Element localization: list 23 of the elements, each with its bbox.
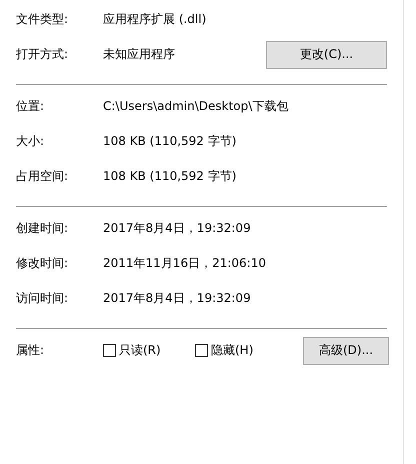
field-label: 修改时间: (16, 255, 70, 272)
field-label: 访问时间: (16, 290, 70, 307)
field-label: 大小: (16, 133, 46, 150)
field-label: 创建时间: (16, 220, 70, 237)
checkbox-label[interactable]: 隐藏(H) (211, 342, 254, 359)
checkbox[interactable] (195, 344, 208, 357)
field-value: C:\Users\admin\Desktop\下载包 (103, 98, 290, 115)
field-label: 打开方式: (16, 46, 70, 63)
checkbox-label[interactable]: 只读(R) (119, 342, 161, 359)
checkbox[interactable] (103, 344, 116, 357)
field-value: 2017年8月4日，19:32:09 (103, 290, 252, 307)
field-value: 108 KB (110,592 字节) (103, 133, 238, 150)
field-label: 位置: (16, 98, 46, 115)
field-label: 属性: (16, 342, 46, 359)
field-label: 文件类型: (16, 11, 70, 28)
field-value: 应用程序扩展 (.dll) (103, 11, 208, 28)
field-value: 未知应用程序 (103, 46, 176, 63)
field-value: 2017年8月4日，19:32:09 (103, 220, 252, 237)
advanced-button[interactable]: 高级(D)... (303, 336, 389, 364)
change-button[interactable]: 更改(C)... (266, 40, 387, 68)
field-value: 2011年11月16日，21:06:10 (103, 255, 267, 272)
field-value: 108 KB (110,592 字节) (103, 168, 238, 185)
field-label: 占用空间: (16, 168, 70, 185)
